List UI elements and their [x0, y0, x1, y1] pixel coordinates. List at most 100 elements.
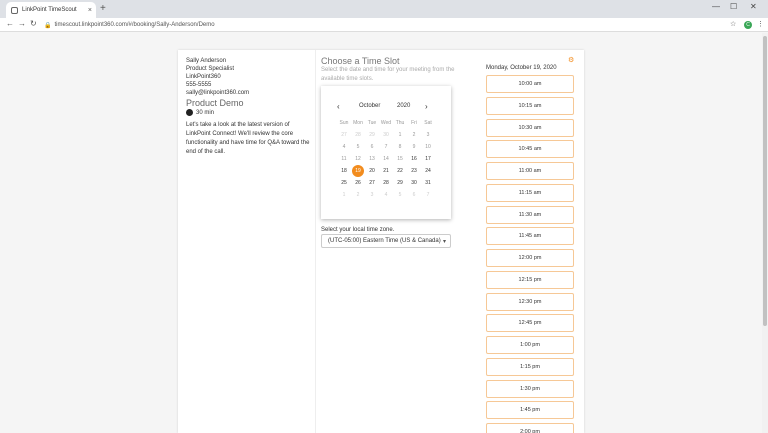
- calendar-day-number: 4: [342, 144, 346, 150]
- close-window-icon[interactable]: ✕: [750, 2, 757, 11]
- calendar-day-number: 31: [425, 180, 431, 186]
- calendar-day: 6: [365, 141, 379, 153]
- time-slot-title: Choose a Time Slot: [321, 56, 400, 66]
- calendar-day-number: 15: [397, 156, 403, 162]
- host-email: sally@linkpoint360.com: [186, 90, 250, 96]
- minimize-icon[interactable]: —: [712, 2, 720, 11]
- calendar-day[interactable]: 27: [365, 177, 379, 189]
- forward-icon[interactable]: →: [18, 19, 26, 28]
- calendar-day[interactable]: 20: [365, 165, 379, 177]
- calendar-day-number: 20: [369, 168, 375, 174]
- timezone-select[interactable]: (UTC-05:00) Eastern Time (US & Canada) ▾: [321, 234, 451, 248]
- gear-icon[interactable]: ⚙: [568, 56, 574, 64]
- address-bar[interactable]: 🔒 timescout.linkpoint360.com/#/booking/S…: [44, 20, 724, 30]
- calendar-day-number: 27: [369, 180, 375, 186]
- maximize-icon[interactable]: ☐: [730, 2, 737, 11]
- calendar-day[interactable]: 23: [407, 165, 421, 177]
- time-slot-button[interactable]: 11:15 am: [486, 183, 574, 202]
- calendar-day-number: 2: [412, 132, 416, 138]
- bookmark-star-icon[interactable]: ☆: [730, 20, 736, 28]
- calendar-day[interactable]: 29: [393, 177, 407, 189]
- calendar-day[interactable]: 28: [379, 177, 393, 189]
- calendar-day-number: 1: [398, 132, 402, 138]
- calendar-day[interactable]: 16: [407, 153, 421, 165]
- calendar-day[interactable]: 21: [379, 165, 393, 177]
- prev-month-icon[interactable]: ‹: [337, 102, 340, 111]
- calendar-day: 15: [393, 153, 407, 165]
- new-tab-button[interactable]: +: [100, 3, 106, 14]
- calendar-day[interactable]: 31: [421, 177, 435, 189]
- calendar-day: 7: [379, 141, 393, 153]
- weekday-label: Fri: [411, 120, 417, 126]
- calendar-day-number: 19: [352, 165, 364, 177]
- browser-toolbar: ← → ↻ 🔒 timescout.linkpoint360.com/#/boo…: [0, 18, 768, 32]
- calendar-year[interactable]: 2020: [397, 103, 410, 109]
- calendar-day: 29: [365, 129, 379, 141]
- calendar-day-number: 12: [355, 156, 361, 162]
- weekday-label: Mon: [353, 120, 363, 126]
- calendar-day-number: 29: [369, 132, 375, 138]
- calendar-day-selected[interactable]: 19: [351, 165, 365, 177]
- time-slot-button[interactable]: 11:30 am: [486, 205, 574, 224]
- calendar-day[interactable]: 22: [393, 165, 407, 177]
- calendar-day-number: 9: [412, 144, 416, 150]
- calendar-month[interactable]: October: [359, 103, 380, 109]
- browser-menu-icon[interactable]: ⋮: [757, 20, 764, 28]
- calendar-day-number: 10: [425, 144, 431, 150]
- calendar-day: 11: [337, 153, 351, 165]
- event-duration: 30 min: [186, 109, 214, 116]
- calendar-day-number: 28: [383, 180, 389, 186]
- calendar-day[interactable]: 30: [407, 177, 421, 189]
- time-slot-button[interactable]: 11:45 am: [486, 227, 574, 246]
- calendar-day[interactable]: 24: [421, 165, 435, 177]
- calendar-day[interactable]: 18: [337, 165, 351, 177]
- calendar-day: 2: [351, 189, 365, 201]
- time-slot-subtitle: Select the date and time for your meetin…: [321, 67, 455, 82]
- calendar-day[interactable]: 25: [337, 177, 351, 189]
- scrollbar-thumb[interactable]: [763, 36, 767, 326]
- calendar-day: 7: [421, 189, 435, 201]
- time-slot-button[interactable]: 10:15 am: [486, 96, 574, 115]
- calendar-day: 6: [407, 189, 421, 201]
- calendar-grid: Sun Mon Tue Wed Thu Fri Sat 27 28 29 30 1 2 3 4 5 6 7 8 9 10…: [337, 120, 435, 201]
- calendar-day: 5: [393, 189, 407, 201]
- calendar-day-number: 16: [411, 156, 417, 162]
- browser-tab-bar: LinkPoint TimeScout × + — ☐ ✕: [0, 0, 768, 18]
- calendar-header: ‹ October 2020 ›: [321, 102, 451, 112]
- time-slot-button[interactable]: 1:30 pm: [486, 379, 574, 398]
- time-slot-button[interactable]: 12:00 pm: [486, 249, 574, 267]
- profile-avatar[interactable]: C: [744, 21, 752, 29]
- tab-title: LinkPoint TimeScout: [22, 7, 77, 13]
- time-slot-button[interactable]: 10:30 am: [486, 118, 574, 137]
- selected-date-heading: Monday, October 19, 2020: [486, 65, 557, 71]
- calendar-day[interactable]: 17: [421, 153, 435, 165]
- time-slot-button[interactable]: 2:00 pm: [486, 423, 574, 433]
- calendar-day[interactable]: 26: [351, 177, 365, 189]
- calendar-day-number: 7: [426, 192, 430, 198]
- calendar-day-number: 27: [341, 132, 347, 138]
- url-text: timescout.linkpoint360.com/#/booking/Sal…: [54, 22, 215, 28]
- time-slot-button[interactable]: 12:30 pm: [486, 292, 574, 311]
- calendar-day-number: 30: [383, 132, 389, 138]
- time-slot-button[interactable]: 12:15 pm: [486, 270, 574, 289]
- time-slot-list: 10:00 am 10:15 am 10:30 am 10:45 am 11:00 am…: [486, 75, 574, 433]
- time-slot-button[interactable]: 12:45 pm: [486, 314, 574, 333]
- weekday-label: Wed: [380, 120, 392, 126]
- time-slot-button[interactable]: 10:45 am: [486, 140, 574, 159]
- calendar-day: 27: [337, 129, 351, 141]
- calendar-day-number: 1: [342, 192, 346, 198]
- next-month-icon[interactable]: ›: [425, 102, 428, 111]
- browser-tab[interactable]: LinkPoint TimeScout ×: [6, 2, 96, 18]
- time-slot-button[interactable]: 1:15 pm: [486, 357, 574, 376]
- time-slot-button[interactable]: 10:00 am: [486, 75, 574, 93]
- calendar-day: 3: [365, 189, 379, 201]
- time-slot-button[interactable]: 1:00 pm: [486, 336, 574, 354]
- time-slot-button[interactable]: 1:45 pm: [486, 401, 574, 420]
- time-slot-button[interactable]: 11:00 am: [486, 162, 574, 180]
- tab-close-icon[interactable]: ×: [88, 7, 92, 14]
- reload-icon[interactable]: ↻: [30, 19, 37, 28]
- calendar-day-number: 17: [425, 156, 431, 162]
- back-icon[interactable]: ←: [6, 19, 14, 28]
- calendar-day: 12: [351, 153, 365, 165]
- calendar-day-number: 26: [355, 180, 361, 186]
